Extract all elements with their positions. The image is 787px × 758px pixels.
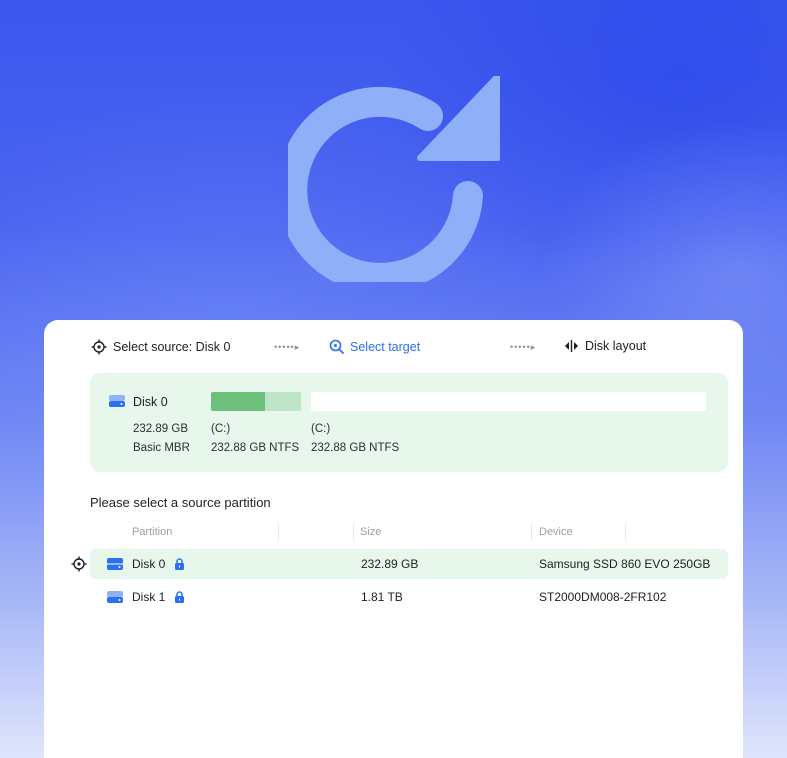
lock-icon [174,558,184,570]
disk-type: Basic MBR [133,442,190,454]
step-disk-layout[interactable]: Disk layout [564,339,646,353]
column-device[interactable]: Device [539,526,573,538]
partition-letter: (C:) [211,423,231,435]
table-header: Partition Size Device [44,524,743,542]
disk-capacity: 232.89 GB [133,423,188,435]
step-separator: •••••▸ [510,342,537,352]
partition-free-bar [265,392,301,411]
column-divider[interactable] [625,524,626,540]
step-source-label: Select source: Disk 0 [113,340,231,354]
disk-name: Disk 0 [132,557,166,571]
column-size[interactable]: Size [360,526,381,538]
column-partition[interactable]: Partition [132,526,172,538]
unallocated-bar [311,392,706,411]
disk-name: Disk 0 [133,395,168,409]
disk-device: ST2000DM008-2FR102 [539,590,667,604]
table-row[interactable]: Disk 1 1.81 TB ST2000DM008-2FR102 [90,582,728,612]
source-disk-card[interactable]: Disk 0 232.89 GB Basic MBR (C:) 232.88 G… [90,373,728,472]
column-divider[interactable] [353,524,354,540]
drive-icon [107,591,123,603]
magnifier-target-icon [329,339,344,354]
crosshair-icon [91,339,107,355]
disk-name: Disk 1 [132,590,166,604]
partition-usage-bar[interactable] [211,392,265,411]
refresh-arrow-icon [288,76,500,282]
step-target-label: Select target [350,339,421,354]
drive-icon [107,558,123,570]
wizard-steps: Select source: Disk 0 •••••▸ Select targ… [44,339,743,357]
step-layout-label: Disk layout [585,339,647,353]
selected-crosshair-icon [71,556,87,572]
step-select-target[interactable]: Select target [329,339,420,354]
lock-icon [174,591,184,603]
table-row[interactable]: Disk 0 232.89 GB Samsung SSD 860 EVO 250… [90,549,728,579]
column-divider[interactable] [278,524,279,540]
disk-size: 232.89 GB [361,557,419,571]
drive-icon [109,395,125,407]
split-arrows-icon [565,340,578,352]
column-divider[interactable] [531,524,532,540]
clone-wizard-panel: Select source: Disk 0 •••••▸ Select targ… [44,320,743,758]
partition-detail: 232.88 GB NTFS [211,442,300,454]
section-title: Please select a source partition [90,495,271,510]
disk-device: Samsung SSD 860 EVO 250GB [539,557,711,571]
step-select-source[interactable]: Select source: Disk 0 [91,339,230,355]
partition-letter: (C:) [311,423,331,435]
step-separator: •••••▸ [274,342,301,352]
disk-size: 1.81 TB [361,590,403,604]
partition-detail: 232.88 GB NTFS [311,442,400,454]
